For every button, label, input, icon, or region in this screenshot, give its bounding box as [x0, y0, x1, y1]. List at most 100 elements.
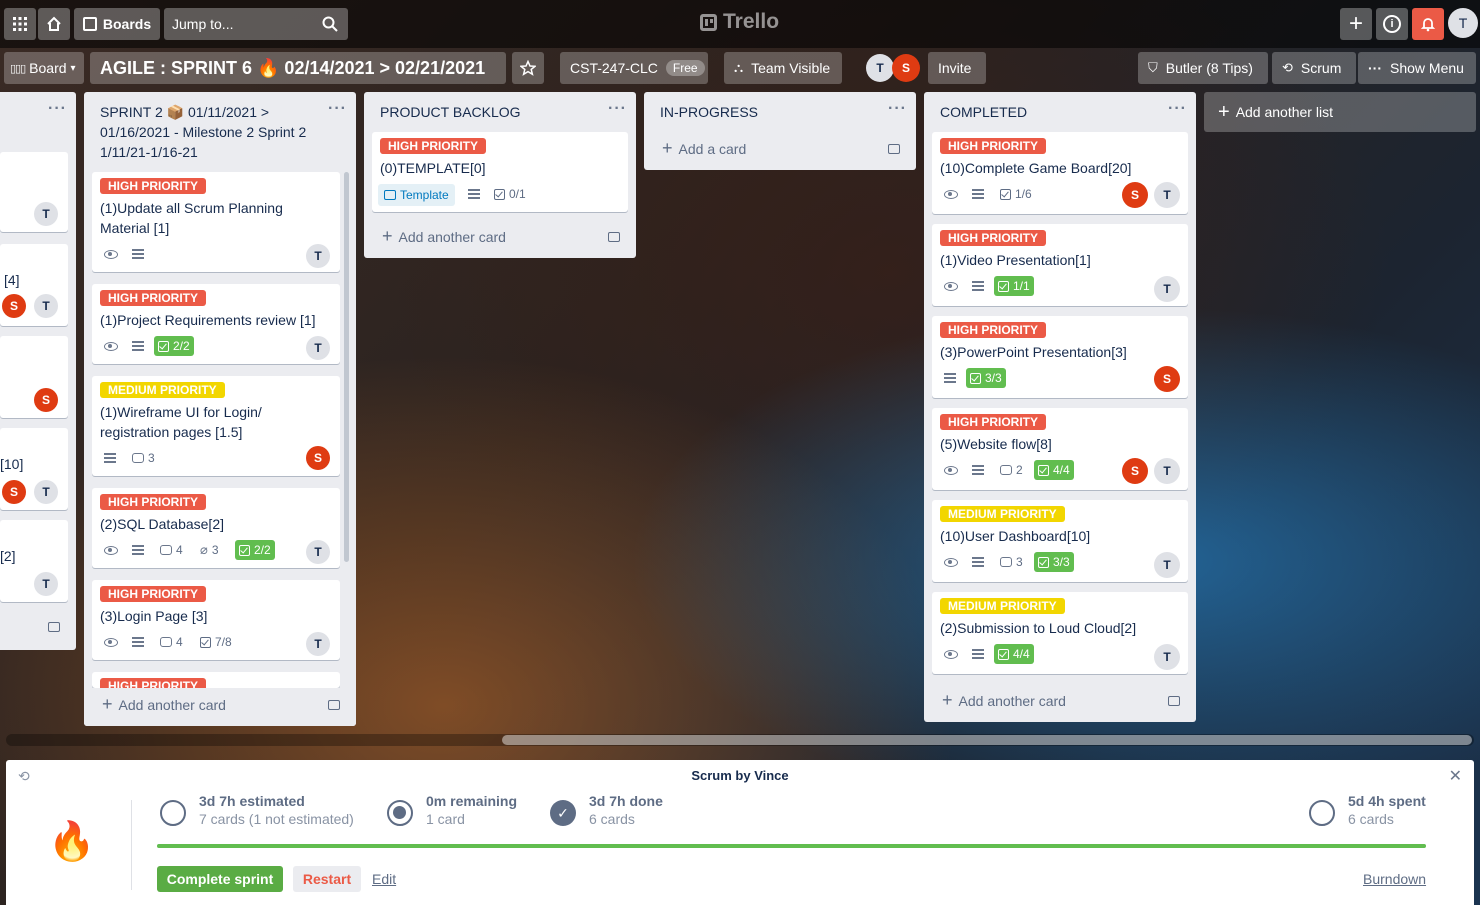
- card-login-page[interactable]: HIGH PRIORITY (3)Login Page [3] 4 7/8 T: [92, 580, 340, 660]
- comment-icon: [160, 545, 172, 555]
- list-title-line2[interactable]: 01/16/2021 - Milestone 2 Sprint 2: [100, 122, 306, 142]
- watch-eye-icon: [104, 249, 118, 259]
- checklist-badge: 2/2: [154, 336, 194, 356]
- partial-card[interactable]: T: [0, 152, 68, 232]
- add-card-button[interactable]: + Add another card: [382, 226, 506, 247]
- boards-label: Boards: [102, 16, 152, 32]
- checklist-icon: [998, 280, 1009, 292]
- add-card-button[interactable]: + Add another card: [102, 694, 226, 715]
- member-avatar-t[interactable]: T: [866, 54, 894, 82]
- list-title[interactable]: IN-PROGRESS: [660, 102, 758, 122]
- card-partial[interactable]: HIGH PRIORITY: [92, 672, 340, 688]
- workspace-button[interactable]: CST-247-CLC Free: [560, 52, 708, 84]
- priority-label: MEDIUM PRIORITY: [940, 506, 1065, 522]
- card-sql-database[interactable]: HIGH PRIORITY (2)SQL Database[2] 4 ⌀ 3 2/…: [92, 488, 340, 568]
- priority-label: HIGH PRIORITY: [100, 494, 207, 510]
- board-view-switcher[interactable]: ▯▯▯ Board ▾: [4, 52, 84, 84]
- add-list-button[interactable]: + Add another list: [1204, 92, 1476, 132]
- stopwatch-icon: [1309, 800, 1335, 826]
- partial-card[interactable]: [4] S T: [0, 244, 68, 326]
- partial-card[interactable]: [10] S T: [0, 428, 68, 510]
- list-title-line1[interactable]: SPRINT 2 📦 01/11/2021 >: [100, 102, 269, 122]
- partial-card[interactable]: S: [0, 336, 68, 418]
- board-scrollbar-thumb[interactable]: [502, 735, 1472, 745]
- card-title: (1)Update all Scrum Planning: [100, 200, 283, 216]
- checklist-badge: 4/4: [1034, 460, 1074, 480]
- checklist-count: 4/4: [1013, 647, 1030, 661]
- checklist-count: 2/2: [254, 543, 271, 557]
- priority-label: HIGH PRIORITY: [940, 230, 1047, 246]
- sprint-progress-fill: [157, 844, 1426, 848]
- board-scrollbar-track[interactable]: [6, 734, 1474, 746]
- done-sub: 6 cards: [589, 811, 635, 827]
- close-icon[interactable]: ✕: [1449, 766, 1462, 786]
- list-title[interactable]: PRODUCT BACKLOG: [380, 102, 521, 122]
- remaining-main: 0m remaining: [426, 793, 518, 809]
- card-video-presentation[interactable]: HIGH PRIORITY (1)Video Presentation[1] 1…: [932, 224, 1188, 306]
- checklist-icon: [1000, 188, 1011, 200]
- search-icon: [322, 16, 338, 32]
- add-card-button[interactable]: + Add another card: [942, 690, 1066, 711]
- member-avatar-t: T: [306, 632, 330, 656]
- invite-button[interactable]: Invite: [928, 52, 986, 84]
- info-icon[interactable]: i: [1376, 8, 1408, 40]
- jump-to-search[interactable]: Jump to...: [164, 8, 348, 40]
- list-title[interactable]: COMPLETED: [940, 102, 1027, 122]
- card-title: (3)PowerPoint Presentation[3]: [940, 344, 1127, 360]
- add-card-label: Add another card: [958, 692, 1066, 709]
- checklist-badge: 3/3: [966, 368, 1006, 388]
- description-icon: [132, 637, 144, 647]
- remaining-sub: 1 card: [426, 811, 465, 827]
- add-card-button[interactable]: + Add a card: [662, 138, 746, 159]
- card-wireframe-ui[interactable]: MEDIUM PRIORITY (1)Wireframe UI for Logi…: [92, 376, 340, 476]
- list-menu-icon[interactable]: ···: [1168, 100, 1187, 118]
- template-icon[interactable]: [608, 232, 620, 242]
- butler-button[interactable]: ⛉ Butler (8 Tips): [1138, 52, 1268, 84]
- card-update-scrum-planning[interactable]: HIGH PRIORITY (1)Update all Scrum Planni…: [92, 172, 340, 272]
- card-user-dashboard[interactable]: MEDIUM PRIORITY (10)User Dashboard[10] 3…: [932, 500, 1188, 582]
- template-icon[interactable]: [1168, 696, 1180, 706]
- list-menu-icon[interactable]: ···: [608, 100, 627, 118]
- trello-logo[interactable]: Trello: [700, 10, 779, 34]
- complete-sprint-button[interactable]: Complete sprint: [157, 866, 283, 892]
- card-title: (2)SQL Database[2]: [100, 516, 224, 532]
- description-icon: [132, 249, 144, 259]
- add-list-label: Add another list: [1235, 104, 1333, 120]
- star-icon[interactable]: [512, 52, 544, 84]
- card-powerpoint-presentation[interactable]: HIGH PRIORITY (3)PowerPoint Presentation…: [932, 316, 1188, 398]
- edit-link[interactable]: Edit: [372, 871, 396, 887]
- checklist-icon: [239, 544, 250, 556]
- card-title: (5)Website flow[8]: [940, 436, 1052, 452]
- card-website-flow[interactable]: HIGH PRIORITY (5)Website flow[8] 2 4/4 S…: [932, 408, 1188, 490]
- list-menu-icon[interactable]: ···: [888, 100, 907, 118]
- template-icon[interactable]: [888, 144, 900, 154]
- show-menu-button[interactable]: ··· Show Menu: [1358, 52, 1476, 84]
- create-plus-icon[interactable]: +: [1340, 8, 1372, 40]
- user-avatar[interactable]: T: [1448, 8, 1478, 38]
- member-avatar-s[interactable]: S: [892, 54, 920, 82]
- notification-bell-icon[interactable]: [1412, 8, 1444, 40]
- card-template[interactable]: HIGH PRIORITY (0)TEMPLATE[0] Template 0/…: [372, 132, 628, 212]
- workspace-name: CST-247-CLC: [570, 60, 658, 76]
- template-icon[interactable]: [48, 622, 60, 632]
- card-complete-game-board[interactable]: HIGH PRIORITY (10)Complete Game Board[20…: [932, 132, 1188, 214]
- scrum-button[interactable]: ⟲ Scrum: [1272, 52, 1356, 84]
- card-project-requirements[interactable]: HIGH PRIORITY (1)Project Requirements re…: [92, 284, 340, 364]
- partial-card[interactable]: [2] T: [0, 520, 68, 602]
- flame-icon: 🔥: [48, 821, 96, 863]
- boards-button[interactable]: Boards: [74, 8, 160, 40]
- list-menu-icon[interactable]: ···: [328, 100, 347, 118]
- visibility-button[interactable]: ⛬ Team Visible: [724, 52, 842, 84]
- member-avatar-t: T: [1154, 276, 1180, 302]
- template-icon[interactable]: [328, 700, 340, 710]
- list-menu-icon[interactable]: ···: [48, 100, 67, 118]
- board-title[interactable]: AGILE : SPRINT 6 🔥 02/14/2021 > 02/21/20…: [90, 52, 506, 84]
- restart-button[interactable]: Restart: [293, 866, 361, 892]
- apps-grid-icon[interactable]: [4, 8, 36, 40]
- card-submission-loud-cloud[interactable]: MEDIUM PRIORITY (2)Submission to Loud Cl…: [932, 592, 1188, 674]
- member-avatar-t: T: [306, 336, 330, 360]
- list-title-line3[interactable]: 1/11/21-1/16-21: [100, 142, 198, 162]
- list-scrollbar[interactable]: [344, 172, 349, 562]
- home-icon[interactable]: [38, 8, 70, 40]
- burndown-link[interactable]: Burndown: [1363, 871, 1426, 887]
